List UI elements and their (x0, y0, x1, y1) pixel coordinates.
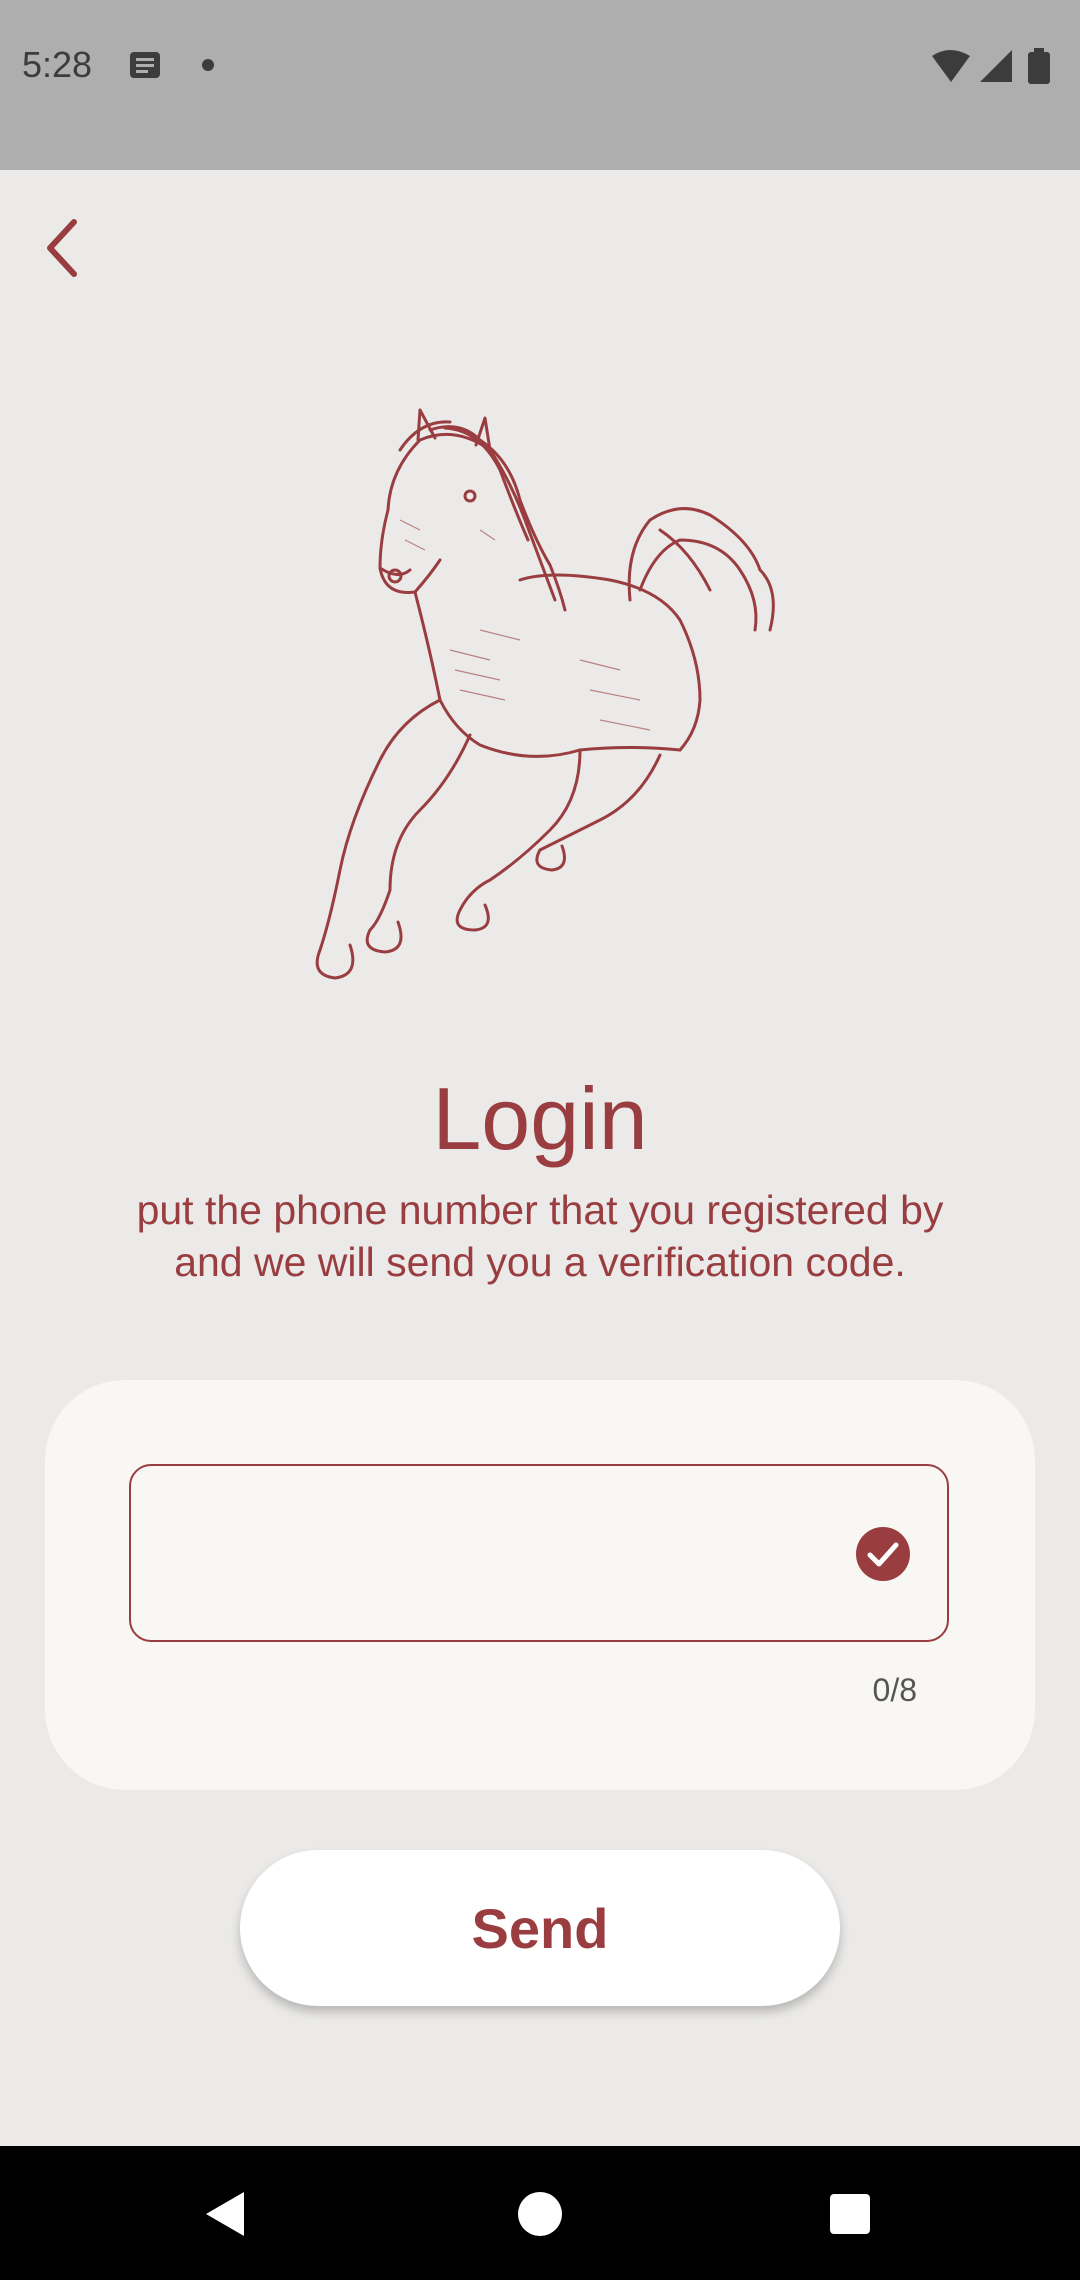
back-triangle-icon[interactable] (198, 2186, 254, 2242)
signal-icon (980, 50, 1012, 82)
page-subtitle: put the phone number that you registered… (60, 1184, 1020, 1288)
phone-card: 0/8 (45, 1380, 1035, 1790)
notification-icon (130, 52, 160, 78)
home-circle-icon[interactable] (512, 2186, 568, 2242)
dot-icon (202, 59, 214, 71)
status-time: 5:28 (22, 44, 93, 85)
check-circle-icon (856, 1527, 910, 1581)
character-counter: 0/8 (872, 1672, 917, 1708)
chevron-left-icon (47, 219, 77, 277)
phone-number-input[interactable] (161, 1466, 845, 1642)
recents-square-icon[interactable] (822, 2186, 878, 2242)
subtitle-line-1: put the phone number that you registered… (136, 1187, 944, 1233)
status-bar: 5:28 (0, 0, 1080, 170)
send-button[interactable]: Send (240, 1850, 840, 2006)
navigation-bar (0, 2146, 1080, 2280)
wifi-icon (932, 50, 970, 82)
horse-illustration (315, 408, 775, 980)
status-right-icons (930, 48, 1060, 93)
status-left-icons (128, 50, 228, 85)
back-button[interactable] (30, 208, 94, 288)
subtitle-line-2: and we will send you a verification code… (174, 1239, 906, 1285)
page-title: Login (432, 1069, 648, 1168)
phone-input-container[interactable] (129, 1464, 949, 1642)
battery-icon (1028, 52, 1050, 84)
